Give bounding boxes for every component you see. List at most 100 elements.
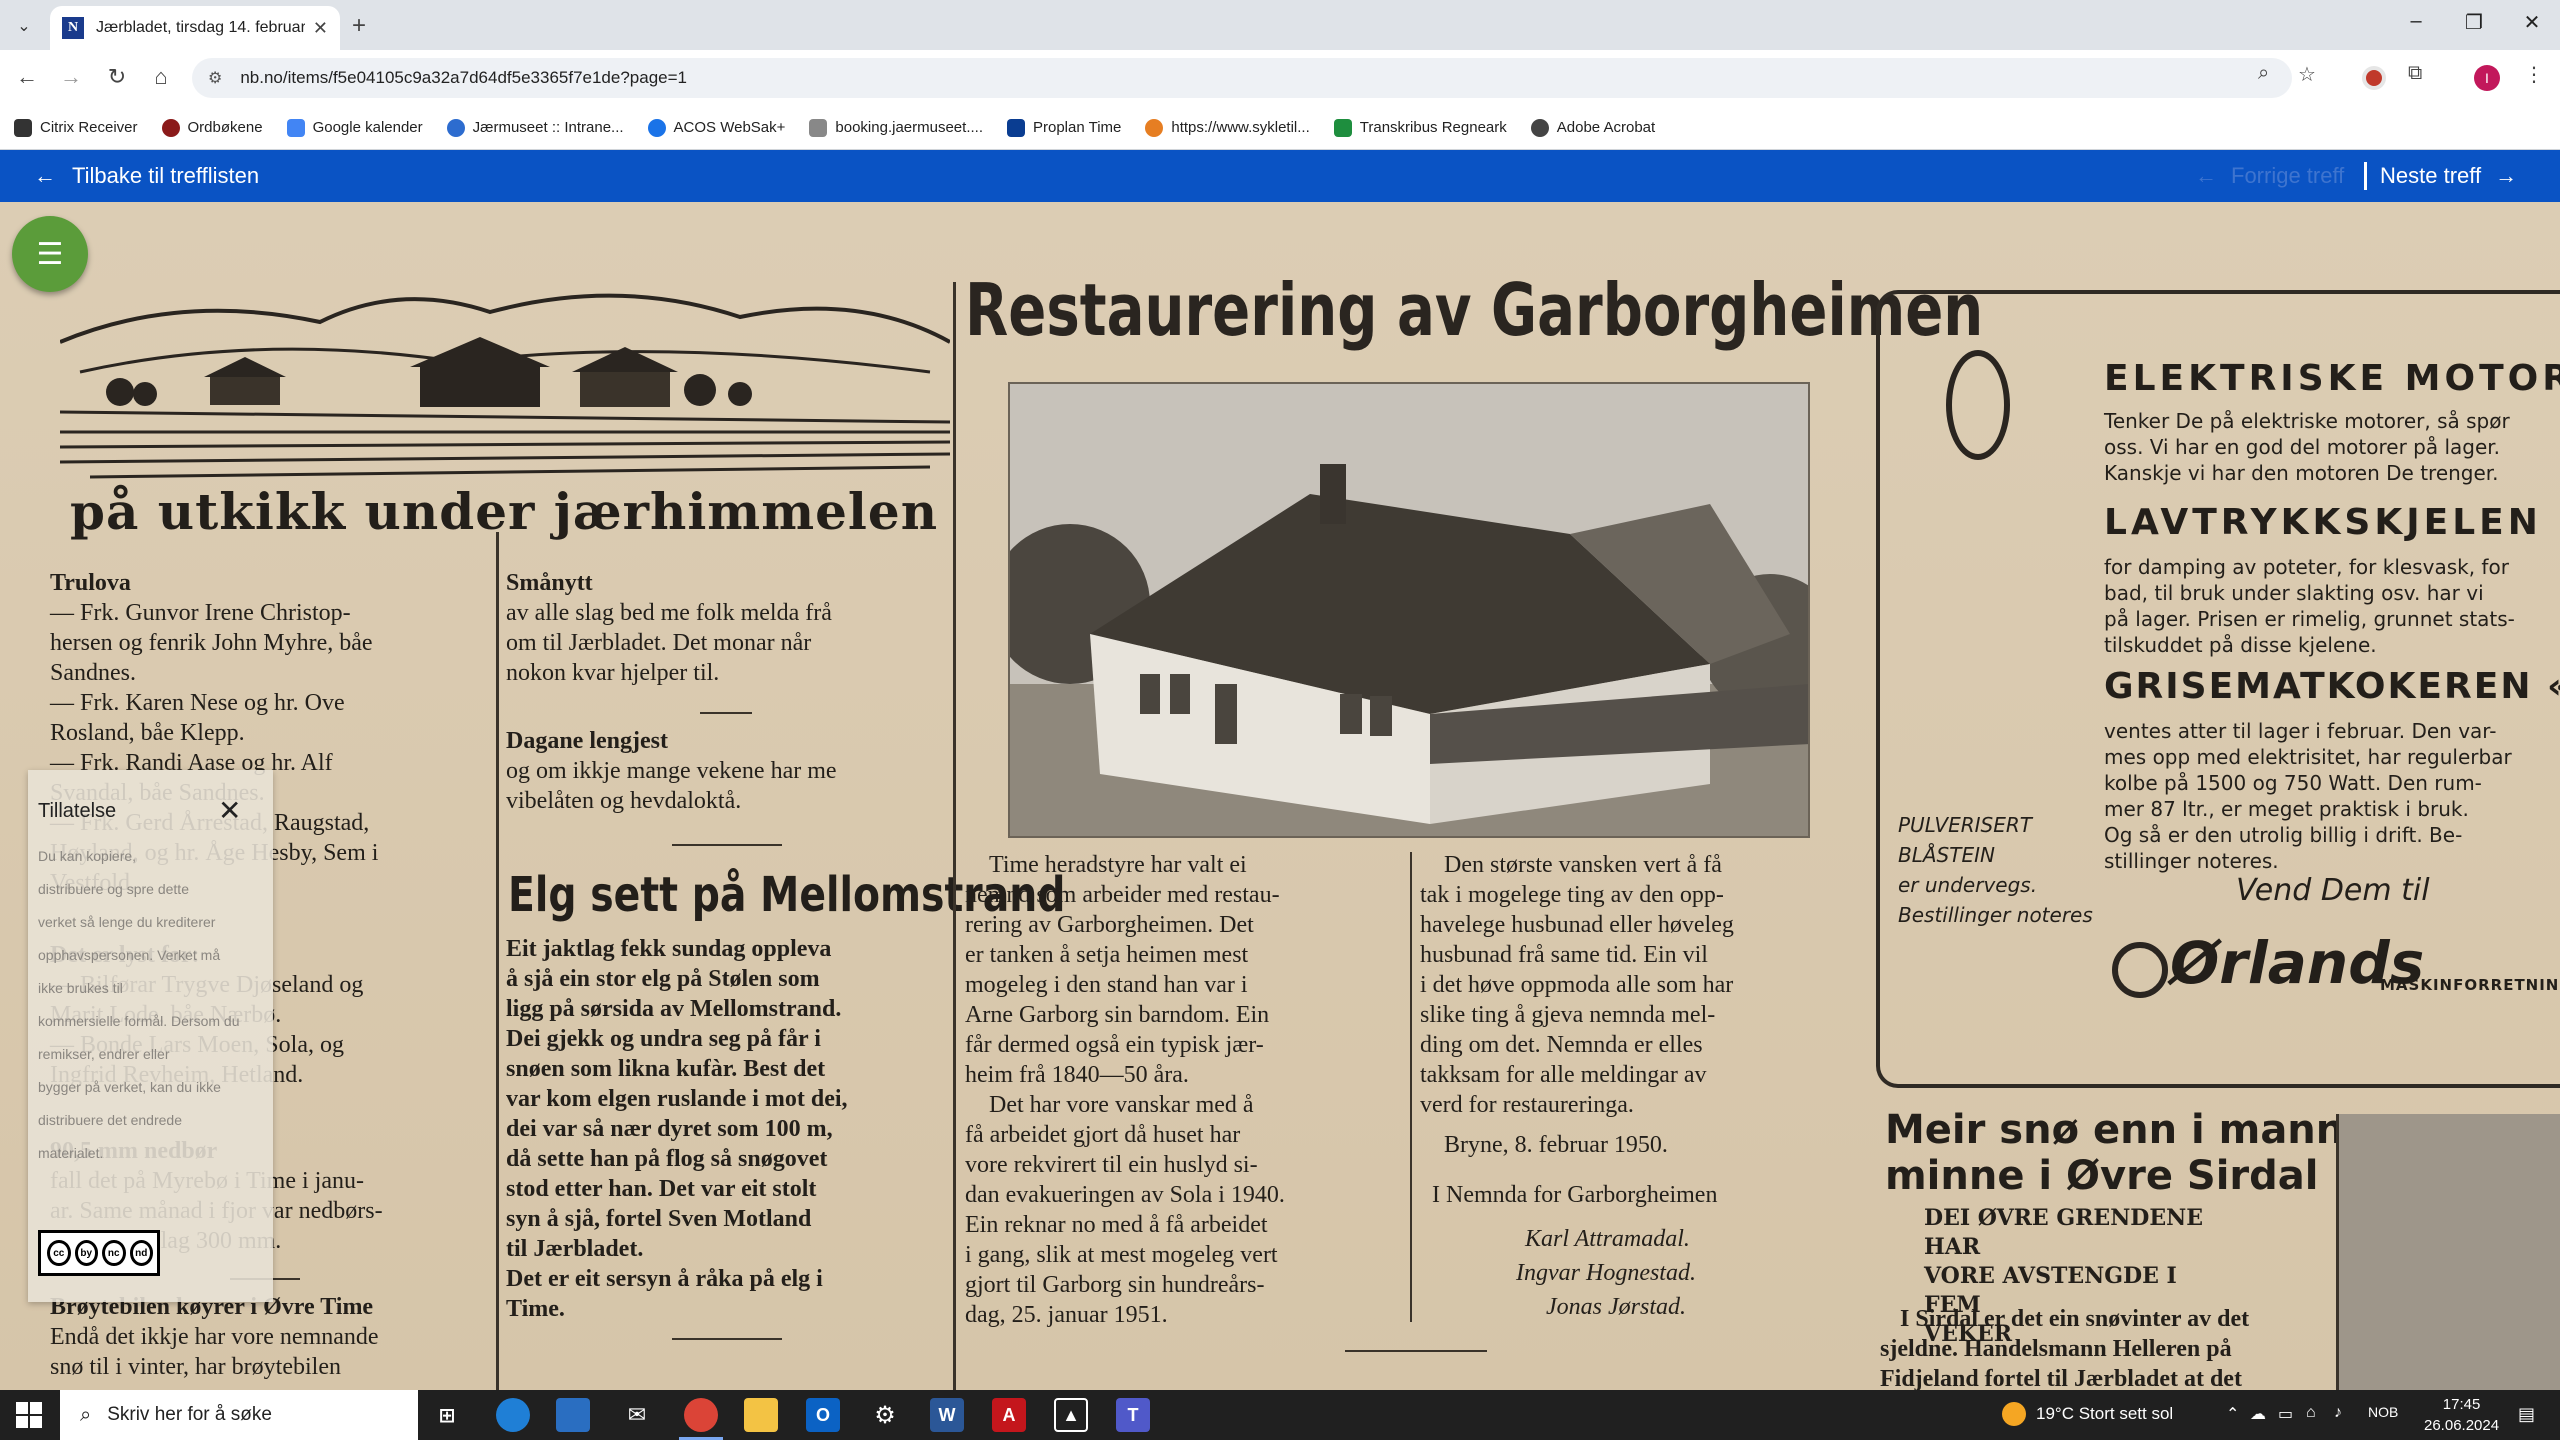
article-line: hersen og fenrik John Myhre, båe	[50, 630, 373, 656]
bookmark-icon	[1145, 118, 1164, 137]
windows-taskbar: ⌕ Skriv her for å søke ⊞ ✉ O ⚙ W A ▲ T 1…	[0, 1390, 2560, 1440]
reload-icon[interactable]: ↻	[102, 64, 132, 90]
file-explorer-icon[interactable]	[744, 1398, 778, 1432]
word-icon[interactable]: W	[930, 1398, 964, 1432]
bookmark-icon	[1007, 118, 1025, 137]
notifications-icon[interactable]: ▤	[2518, 1404, 2535, 1425]
bookmark-label: Citrix Receiver	[40, 119, 138, 136]
restore-icon[interactable]: ❐	[2454, 10, 2494, 35]
task-view-icon[interactable]: ⊞	[430, 1398, 464, 1432]
section-banner-title: på utkikk under jærhimmelen	[70, 482, 939, 541]
ad-line: BLÅSTEIN	[1898, 843, 1995, 867]
divider	[700, 712, 752, 714]
profile-avatar[interactable]: I	[2474, 65, 2500, 91]
onedrive-icon[interactable]: ☁	[2250, 1404, 2266, 1424]
back-to-results-link[interactable]: ← Tilbake til trefflisten	[34, 163, 259, 189]
article-line: Fidjeland fortel til Jærbladet at det	[1880, 1366, 2242, 1390]
bookmark-item[interactable]: ACOS WebSak+	[647, 118, 785, 137]
article-line: i gang, slik at mest mogeleg vert	[965, 1242, 1278, 1268]
article-line: Det er eit sersyn å råka på elg i	[506, 1266, 823, 1292]
back-icon[interactable]: ←	[12, 64, 42, 90]
ad-text: ventes atter til lager i februar. Den va…	[2104, 718, 2554, 874]
extensions-puzzle-icon[interactable]: ⧉	[2408, 62, 2422, 85]
ad-text: Tenker De på elektriske motorer, så spør…	[2104, 408, 2554, 486]
bookmark-star-icon[interactable]: ☆	[2298, 62, 2316, 87]
bookmark-label: https://www.sykletil...	[1171, 119, 1310, 136]
bookmark-item[interactable]: booking.jaermuseet....	[809, 118, 983, 137]
tray-chevron-icon[interactable]: ⌃	[2226, 1404, 2239, 1424]
article-line: snøen som likna kufàr. Best det	[506, 1056, 826, 1082]
settings-icon[interactable]: ⚙	[868, 1398, 902, 1432]
url-text[interactable]: nb.no/items/f5e04105c9a32a7d64df5e3365f7…	[240, 68, 687, 88]
extension-icon[interactable]	[2362, 66, 2386, 90]
volume-icon[interactable]: ♪	[2334, 1404, 2342, 1422]
home-icon[interactable]: ⌂	[146, 64, 176, 90]
article-line: heim frå 1840—50 åra.	[965, 1062, 1189, 1088]
column-divider	[1410, 852, 1412, 1322]
bookmark-icon	[14, 118, 32, 137]
bookmark-item[interactable]: Google kalender	[286, 118, 423, 137]
edge-icon[interactable]	[496, 1398, 530, 1432]
new-tab-icon[interactable]: +	[352, 12, 366, 40]
trulova-heading: Trulova	[50, 570, 131, 596]
tab-close-icon[interactable]: ✕	[313, 18, 328, 39]
clock[interactable]: 17:45 26.06.2024	[2424, 1394, 2499, 1436]
elg-article: Eit jaktlag fekk sundag oppleva å sjå ei…	[506, 934, 948, 1324]
chrome-icon[interactable]	[684, 1398, 718, 1432]
newspaper-viewer[interactable]: på utkikk under jærhimmelen Trulova — Fr…	[0, 202, 2560, 1390]
bookmark-item[interactable]: Citrix Receiver	[14, 118, 138, 137]
article-line: gjort til Garborg sin hundreårs-	[965, 1272, 1265, 1298]
weather-text: 19°C Stort sett sol	[2036, 1404, 2174, 1423]
ad-line: tilskuddet på disse kjelene.	[2104, 633, 2377, 657]
weather-widget[interactable]: 19°C Stort sett sol	[2002, 1402, 2173, 1426]
article-line: å sjå ein stor elg på Stølen som	[506, 966, 820, 992]
article-line: — Frk. Gunvor Irene Christop-	[50, 600, 351, 626]
viewer-menu-button[interactable]: ☰	[12, 216, 88, 292]
article-line: dan evakueringen av Sola i 1940.	[965, 1182, 1285, 1208]
mail-icon[interactable]: ✉	[620, 1398, 654, 1432]
bookmark-item[interactable]: Adobe Acrobat	[1530, 118, 1655, 137]
acrobat-icon[interactable]: A	[992, 1398, 1026, 1432]
browser-tab-active[interactable]: N Jærbladet, tirsdag 14. februar 1 ✕	[50, 6, 340, 50]
battery-icon[interactable]: ▭	[2278, 1404, 2293, 1424]
taskbar-search[interactable]: ⌕ Skriv her for å søke	[60, 1390, 418, 1440]
forward-icon[interactable]: →	[56, 64, 86, 90]
browser-menu-icon[interactable]: ⋮	[2524, 62, 2544, 87]
language-indicator[interactable]: NOB	[2368, 1404, 2398, 1420]
article-line: vibelåten og hevdaloktå.	[506, 788, 742, 814]
windows-start-icon[interactable]	[16, 1402, 42, 1428]
photos-icon[interactable]: ▲	[1054, 1398, 1088, 1432]
network-icon[interactable]: ⌂	[2306, 1404, 2316, 1422]
site-navigation-bar: ← Tilbake til trefflisten ← Forrige tref…	[0, 150, 2560, 202]
bookmark-item[interactable]: Transkribus Regneark	[1333, 118, 1507, 137]
license-line: materialet.	[38, 1145, 104, 1161]
smanytt-heading: Smånytt	[506, 570, 593, 596]
bookmark-item[interactable]: Proplan Time	[1007, 118, 1121, 137]
license-line: remikser, endrer eller	[38, 1046, 170, 1062]
close-icon[interactable]: ✕	[218, 794, 241, 827]
snow-headline: Meir snø enn i manns minne i Øvre Sirdal	[1885, 1107, 2368, 1199]
bookmark-label: booking.jaermuseet....	[835, 119, 983, 136]
tab-search-chevron-icon[interactable]: ⌄	[10, 12, 38, 40]
ad-text: for damping av poteter, for klesvask, fo…	[2104, 554, 2554, 658]
next-hit-link[interactable]: Neste treff →	[2380, 163, 2517, 189]
signer: Ingvar Hognestad.	[1516, 1260, 1696, 1286]
arrow-left-icon: ←	[34, 163, 56, 188]
zoom-icon[interactable]: ⌕	[2258, 62, 2269, 85]
article-line: ding om det. Nemnda er elles	[1420, 1032, 1703, 1058]
outlook-icon[interactable]: O	[806, 1398, 840, 1432]
bookmark-item[interactable]: Ordbøkene	[161, 118, 263, 137]
teams-icon[interactable]: T	[1116, 1398, 1150, 1432]
cc-license-badge[interactable]: cc by nc nd	[38, 1230, 160, 1276]
garborgheimen-photo	[1008, 382, 1810, 838]
bookmark-item[interactable]: Jærmuseet :: Intrane...	[446, 118, 624, 137]
ad-line: Kanskje vi har den motoren De trenger.	[2104, 461, 2499, 485]
url-omnibox[interactable]: ⚙ nb.no/items/f5e04105c9a32a7d64df5e3365…	[192, 58, 2292, 98]
minimize-icon[interactable]: –	[2396, 10, 2436, 33]
close-window-icon[interactable]: ✕	[2512, 10, 2552, 35]
site-info-icon[interactable]: ⚙	[208, 68, 222, 88]
article-line: nokon kvar hjelper til.	[506, 660, 720, 686]
previous-hit-link[interactable]: ← Forrige treff	[2195, 163, 2344, 189]
bookmark-item[interactable]: https://www.sykletil...	[1145, 118, 1310, 137]
store-icon[interactable]	[556, 1398, 590, 1432]
